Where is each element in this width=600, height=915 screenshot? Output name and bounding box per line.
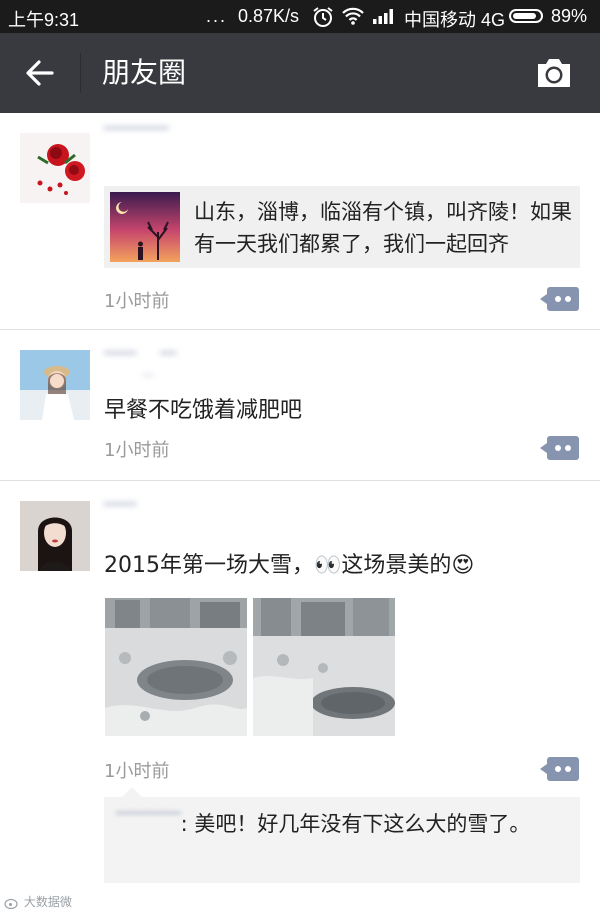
wifi-icon <box>341 6 365 31</box>
post-time: 1小时前 <box>104 291 170 312</box>
username[interactable]: ▔▔ <box>104 503 136 527</box>
avatar[interactable] <box>20 350 90 420</box>
snow-photo[interactable] <box>253 598 395 736</box>
notification-dots: ... <box>206 6 228 26</box>
status-bar: 上午9:31 ... 0.87K/s 中国移动 4G 89% <box>0 0 600 33</box>
avatar[interactable] <box>20 133 90 203</box>
post-time: 1小时前 <box>104 761 170 782</box>
snow-photo[interactable] <box>105 598 247 736</box>
comment-button[interactable] <box>540 287 579 311</box>
arrow-left-icon[interactable] <box>22 55 58 91</box>
battery-percent: 89% <box>551 6 588 26</box>
comment-text: : 美吧！好几年没有下这么大的雪了。 <box>180 812 531 836</box>
post-time: 1小时前 <box>104 440 170 461</box>
moment-post: ▔▔ _ ▔ 早餐不吃饿着减肥吧 1小时前 <box>0 330 600 481</box>
shared-link[interactable]: 山东，淄博，临淄有个镇，叫齐陵！如果有一天我们都累了，我们一起回齐 <box>104 186 580 268</box>
username[interactable]: ▔▔ _ ▔ <box>104 352 176 376</box>
comment-author[interactable]: ▔▔▔▔ <box>116 812 181 836</box>
shared-title: 山东，淄博，临淄有个镇，叫齐陵！如果有一天我们都累了，我们一起回齐 <box>194 200 572 256</box>
shared-thumbnail <box>110 192 180 262</box>
status-time: 上午9:31 <box>8 10 80 30</box>
header-divider <box>80 53 81 93</box>
alarm-icon <box>312 6 334 33</box>
username[interactable]: ▔▔▔▔ <box>104 127 169 151</box>
carrier-label: 中国移动 4G <box>404 10 506 30</box>
battery-icon <box>509 9 543 23</box>
comment-list: ▔▔▔▔: 美吧！好几年没有下这么大的雪了。 <box>104 787 580 883</box>
post-text: 早餐不吃饿着减肥吧 <box>104 398 303 423</box>
watermark-text: 大数据微 <box>23 895 72 909</box>
weibo-icon <box>4 898 18 909</box>
moment-post: ▔▔▔▔ 山东，淄博，临淄有个镇，叫齐陵！如果有一天我们都累了，我们一起回齐 1… <box>0 113 600 330</box>
signal-icon <box>372 6 396 31</box>
comment-button[interactable] <box>540 757 579 781</box>
comment-button[interactable] <box>540 436 579 460</box>
avatar[interactable] <box>20 501 90 571</box>
title-bar: 朋友圈 <box>0 33 600 113</box>
camera-icon[interactable] <box>534 55 574 91</box>
comment[interactable]: ▔▔▔▔: 美吧！好几年没有下这么大的雪了。 <box>116 807 566 841</box>
watermark: 大数据微 <box>4 893 72 910</box>
network-speed: 0.87K/s <box>238 6 300 26</box>
page-title: 朋友圈 <box>102 56 187 89</box>
post-text: 2015年第一场大雪，👀这场景美的😍 <box>104 553 475 578</box>
